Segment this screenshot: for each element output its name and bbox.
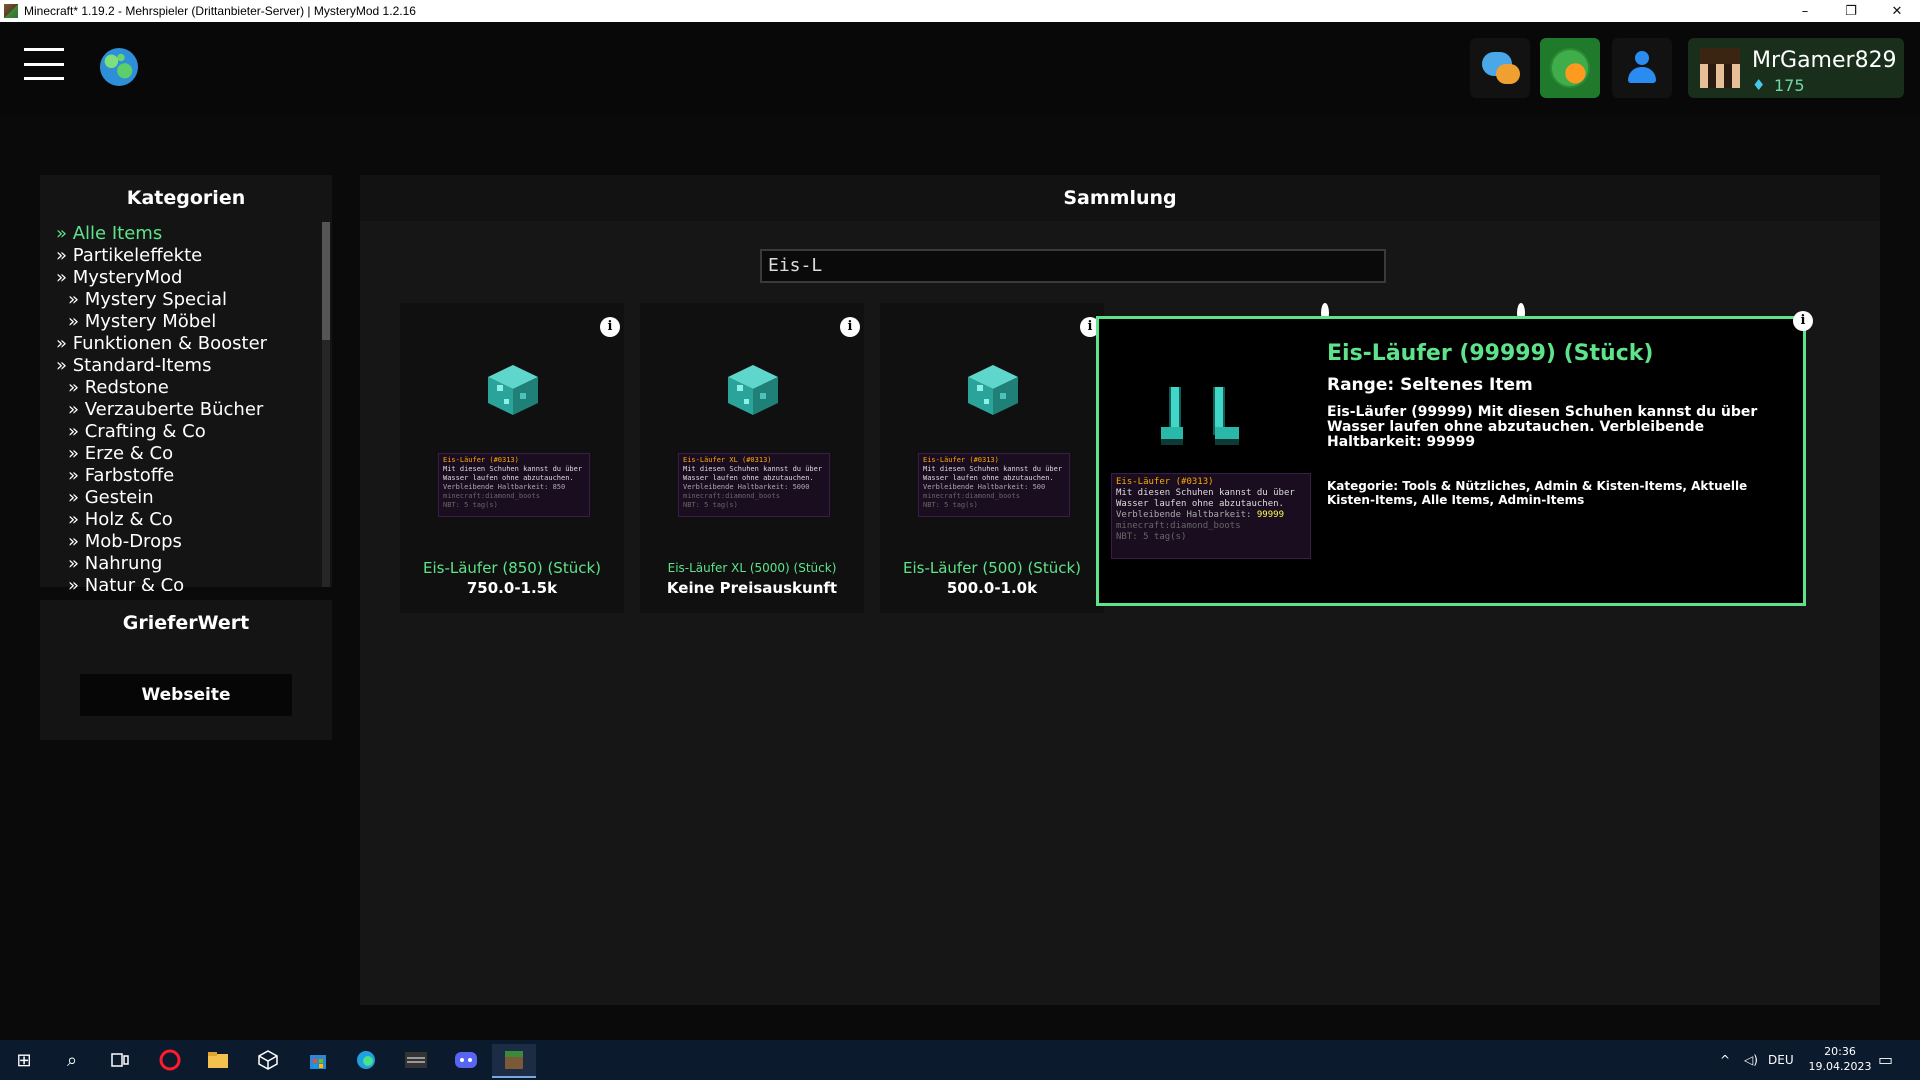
grieferwert-title: GrieferWert [122, 612, 250, 634]
item-price: 500.0-1.0k [946, 579, 1038, 597]
minecraft-app-icon [4, 4, 18, 18]
user-icon [1627, 51, 1657, 85]
item-tooltip: Eis-Läufer (#0313) Mit diesen Schuhen kan… [918, 453, 1070, 517]
search-icon[interactable]: ⌕ [50, 1044, 94, 1076]
system-clock[interactable]: 20:36 19.04.2023 [1808, 1044, 1872, 1074]
discord-icon[interactable] [444, 1044, 488, 1076]
category-item[interactable]: » Verzauberte Bücher [56, 399, 356, 421]
item-tooltip: Eis-Läufer (#0313) Mit diesen Schuhen kan… [438, 453, 590, 517]
category-item[interactable]: » Gestein [56, 487, 356, 509]
category-item[interactable]: » Nahrung [56, 553, 356, 575]
chat-button[interactable] [1470, 38, 1530, 98]
category-item[interactable]: » Farbstoffe [56, 465, 356, 487]
minimize-button[interactable]: – [1782, 0, 1828, 22]
minecraft-taskbar-icon[interactable] [492, 1044, 536, 1078]
sidebar-scrollbar[interactable] [322, 222, 330, 340]
category-item[interactable]: » Redstone [56, 377, 356, 399]
task-view-icon[interactable] [98, 1044, 142, 1076]
item-name: Eis-Läufer (500) (Stück) [902, 559, 1082, 577]
category-item[interactable]: » Natur & Co [56, 575, 356, 591]
diamond-boots-icon [1161, 387, 1239, 445]
info-icon[interactable]: i [1793, 311, 1813, 331]
category-list: » Alle Items» Partikeleffekte» MysteryMo… [56, 223, 356, 591]
item-tooltip: Eis-Läufer (#0313) Mit diesen Schuhen ka… [1111, 473, 1311, 559]
item-name: Eis-Läufer XL (5000) (Stück) [667, 561, 837, 575]
category-item[interactable]: » Crafting & Co [56, 421, 356, 443]
tray-overflow-icon[interactable]: ^ [1720, 1040, 1730, 1080]
category-item[interactable]: » Mystery Möbel [56, 311, 356, 333]
website-button[interactable]: Webseite [80, 674, 292, 716]
language-indicator[interactable]: DEU [1768, 1040, 1794, 1080]
item-card[interactable]: i Eis-Läufer XL (#0313) Mit diesen Schuhen… [640, 303, 864, 613]
user-button[interactable] [1612, 38, 1672, 98]
gem-icon: ♦ [1752, 76, 1766, 94]
item-price: 750.0-1.5k [466, 579, 558, 597]
window-title: Minecraft* 1.19.2 - Mehrspieler (Drittan… [24, 4, 416, 18]
notifications-icon[interactable]: ▭ [1878, 1040, 1893, 1080]
restore-button[interactable]: ❐ [1828, 0, 1874, 22]
top-bar: MrGamer829 ♦ 175 [0, 22, 1920, 117]
opera-icon[interactable] [148, 1044, 192, 1076]
category-item[interactable]: » Mob-Drops [56, 531, 356, 553]
search-input[interactable]: Eis-L [760, 249, 1386, 283]
shulker-box-icon [486, 363, 540, 417]
sidebar-title: Kategorien [126, 187, 246, 209]
category-item[interactable]: » Alle Items [56, 223, 356, 245]
avatar [1700, 48, 1740, 88]
detail-description: Eis-Läufer (99999) Mit diesen Schuhen ka… [1327, 404, 1758, 450]
category-item[interactable]: » Erze & Co [56, 443, 356, 465]
file-explorer-icon[interactable] [196, 1044, 240, 1076]
globe-icon[interactable] [100, 48, 138, 86]
shulker-box-icon [966, 363, 1020, 417]
item-card[interactable]: i Eis-Läufer (#0313) Mit diesen Schuhen ka… [880, 303, 1104, 613]
close-button[interactable]: ✕ [1874, 0, 1920, 22]
start-icon[interactable]: ⊞ [2, 1044, 46, 1076]
volume-icon[interactable]: ◁) [1744, 1040, 1758, 1080]
grieferwert-panel: GrieferWert Webseite [40, 600, 332, 740]
edge-icon[interactable] [344, 1044, 388, 1076]
game-launcher-icon[interactable] [394, 1044, 438, 1076]
coin-icon [1550, 48, 1590, 88]
3d-viewer-icon[interactable] [246, 1044, 290, 1076]
profile-name: MrGamer829 [1752, 48, 1897, 73]
windows-taskbar: ⊞ ⌕ ^ ◁) DEU 20:36 19.04.2023 ▭ [0, 1040, 1920, 1080]
collection-title: Sammlung [1063, 187, 1177, 209]
gem-count: 175 [1774, 76, 1805, 95]
category-item[interactable]: » Funktionen & Booster [56, 333, 356, 355]
menu-icon[interactable] [24, 48, 64, 80]
item-tooltip: Eis-Läufer XL (#0313) Mit diesen Schuhen … [678, 453, 830, 517]
category-item[interactable]: » Partikeleffekte [56, 245, 356, 267]
item-detail-popup: i Eis-Läufer (#0313) Mit diesen Schuhen … [1096, 311, 1813, 606]
item-price: Keine Preisauskunft [666, 579, 838, 597]
item-name: Eis-Läufer (850) (Stück) [422, 559, 602, 577]
info-icon[interactable]: i [840, 317, 860, 337]
item-card[interactable]: i Eis-Läufer (#0313) Mit diesen Schuhen ka… [400, 303, 624, 613]
info-icon[interactable]: i [600, 317, 620, 337]
category-sidebar: Kategorien » Alle Items» Partikeleffekte… [40, 175, 332, 591]
shulker-box-icon [726, 363, 780, 417]
detail-title: Eis-Läufer (99999) (Stück) [1327, 341, 1654, 366]
store-icon[interactable] [296, 1044, 340, 1076]
category-item[interactable]: » Holz & Co [56, 509, 356, 531]
category-item[interactable]: » MysteryMod [56, 267, 356, 289]
category-item[interactable]: » Standard-Items [56, 355, 356, 377]
profile-card[interactable]: MrGamer829 ♦ 175 [1688, 38, 1904, 98]
detail-categories: Kategorie: Tools & Nützliches, Admin & K… [1327, 479, 1748, 507]
coin-button[interactable] [1540, 38, 1600, 98]
window-titlebar: Minecraft* 1.19.2 - Mehrspieler (Drittan… [0, 0, 1920, 22]
detail-range: Range: Seltenes Item [1327, 375, 1533, 395]
category-item[interactable]: » Mystery Special [56, 289, 356, 311]
